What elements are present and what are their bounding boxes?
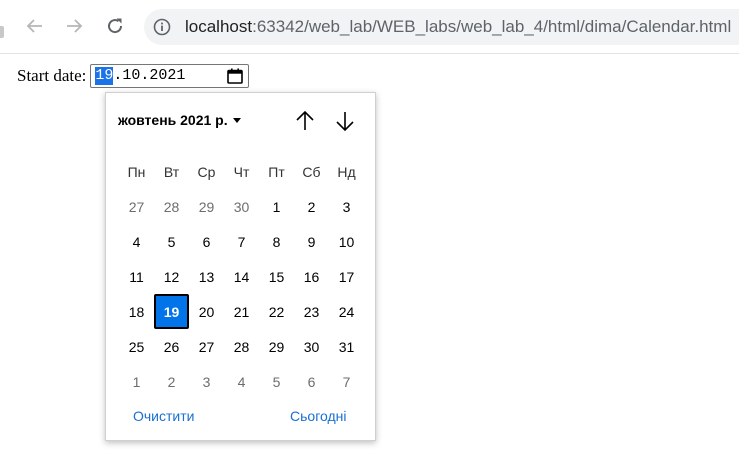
day-cell[interactable]: 10: [329, 224, 364, 259]
date-value[interactable]: 19.10.2021: [95, 67, 185, 85]
caret-down-icon: [232, 117, 241, 123]
week-row: 18 19 20 21 22 23 24: [119, 294, 364, 329]
month-year-segment[interactable]: .10.2021: [113, 67, 185, 85]
date-picker-popup: жовтень 2021 р. Пн Вт Ср Чт Пт Сб Нд 27 28 29 30 1…: [105, 92, 376, 441]
day-cell[interactable]: 18: [119, 294, 154, 329]
month-year-selector[interactable]: жовтень 2021 р.: [118, 112, 241, 128]
back-button[interactable]: [19, 10, 51, 42]
today-button[interactable]: Сьогодні: [290, 408, 346, 424]
url-text[interactable]: localhost:63342/web_lab/WEB_labs/web_lab…: [185, 17, 731, 37]
arrow-right-icon: [67, 19, 83, 33]
browser-toolbar: localhost:63342/web_lab/WEB_labs/web_lab…: [0, 0, 739, 54]
day-cell[interactable]: 16: [294, 259, 329, 294]
arrow-left-icon: [26, 19, 42, 33]
forward-button[interactable]: [58, 10, 90, 42]
day-cell[interactable]: 5: [259, 364, 294, 399]
day-cell[interactable]: 31: [329, 329, 364, 364]
day-cell[interactable]: 7: [329, 364, 364, 399]
day-cell[interactable]: 21: [224, 294, 259, 329]
day-cell[interactable]: 8: [259, 224, 294, 259]
day-cell[interactable]: 28: [154, 189, 189, 224]
month-year-label: жовтень 2021 р.: [118, 112, 228, 128]
day-cell[interactable]: 29: [259, 329, 294, 364]
day-cell[interactable]: 5: [154, 224, 189, 259]
day-cell[interactable]: 26: [154, 329, 189, 364]
day-cell[interactable]: 3: [189, 364, 224, 399]
day-cell[interactable]: 28: [224, 329, 259, 364]
start-date-input[interactable]: 19.10.2021: [90, 64, 250, 88]
day-segment[interactable]: 19: [95, 67, 114, 85]
day-cell[interactable]: 20: [189, 294, 224, 329]
day-cell-selected[interactable]: 19: [154, 294, 189, 329]
address-bar[interactable]: localhost:63342/web_lab/WEB_labs/web_lab…: [144, 9, 739, 45]
weekday-label: Чт: [233, 163, 250, 180]
day-cell[interactable]: 22: [259, 294, 294, 329]
reload-button[interactable]: [99, 10, 131, 42]
day-cell[interactable]: 30: [294, 329, 329, 364]
week-row: 11 12 13 14 15 16 17: [119, 259, 364, 294]
day-cell[interactable]: 15: [259, 259, 294, 294]
url-host: localhost: [185, 17, 253, 36]
day-cell[interactable]: 23: [294, 294, 329, 329]
day-cell[interactable]: 12: [154, 259, 189, 294]
start-date-label: Start date:: [17, 66, 87, 85]
day-cell[interactable]: 13: [189, 259, 224, 294]
weekday-label: Вт: [163, 163, 180, 180]
day-cell[interactable]: 24: [329, 294, 364, 329]
day-cell[interactable]: 11: [119, 259, 154, 294]
day-cell[interactable]: 17: [329, 259, 364, 294]
day-cell[interactable]: 1: [259, 189, 294, 224]
day-cell[interactable]: 2: [294, 189, 329, 224]
weekday-label: Нд: [337, 163, 356, 180]
weekday-label: Ср: [197, 163, 216, 180]
day-cell[interactable]: 30: [224, 189, 259, 224]
calendar-grid: Пн Вт Ср Чт Пт Сб Нд 27 28 29 30 1 2 3 4 5 6 7 8 9 10 11 12 13…: [119, 154, 364, 399]
day-cell[interactable]: 29: [189, 189, 224, 224]
start-date-row: Start date: 19.10.2021: [17, 63, 250, 89]
weekday-header: Пн Вт Ср Чт Пт Сб Нд: [119, 154, 364, 189]
clear-button[interactable]: Очистити: [133, 408, 194, 424]
day-cell[interactable]: 1: [119, 364, 154, 399]
day-cell[interactable]: 9: [294, 224, 329, 259]
day-cell[interactable]: 2: [154, 364, 189, 399]
week-row: 4 5 6 7 8 9 10: [119, 224, 364, 259]
day-cell[interactable]: 14: [224, 259, 259, 294]
day-cell[interactable]: 3: [329, 189, 364, 224]
weekday-label: Пн: [127, 163, 146, 180]
arrow-up-icon[interactable]: [293, 109, 317, 133]
day-cell[interactable]: 6: [189, 224, 224, 259]
week-row: 1234567: [119, 364, 364, 399]
weekday-label: Пт: [268, 163, 285, 180]
info-icon[interactable]: [153, 18, 171, 36]
url-path: :63342/web_lab/WEB_labs/web_lab_4/html/d…: [252, 17, 732, 36]
tab-edge: [0, 26, 4, 38]
calendar-icon[interactable]: [226, 67, 244, 85]
week-row: 25 26 27 28 29 30 31: [119, 329, 364, 364]
reload-icon: [108, 18, 123, 34]
day-cell[interactable]: 25: [119, 329, 154, 364]
weekday-label: Сб: [302, 163, 321, 180]
day-cell[interactable]: 27: [119, 189, 154, 224]
day-cell[interactable]: 6: [294, 364, 329, 399]
week-row: 27 28 29 30 1 2 3: [119, 189, 364, 224]
arrow-down-icon[interactable]: [333, 109, 357, 133]
day-cell[interactable]: 7: [224, 224, 259, 259]
day-cell[interactable]: 27: [189, 329, 224, 364]
day-cell[interactable]: 4: [119, 224, 154, 259]
day-cell[interactable]: 4: [224, 364, 259, 399]
